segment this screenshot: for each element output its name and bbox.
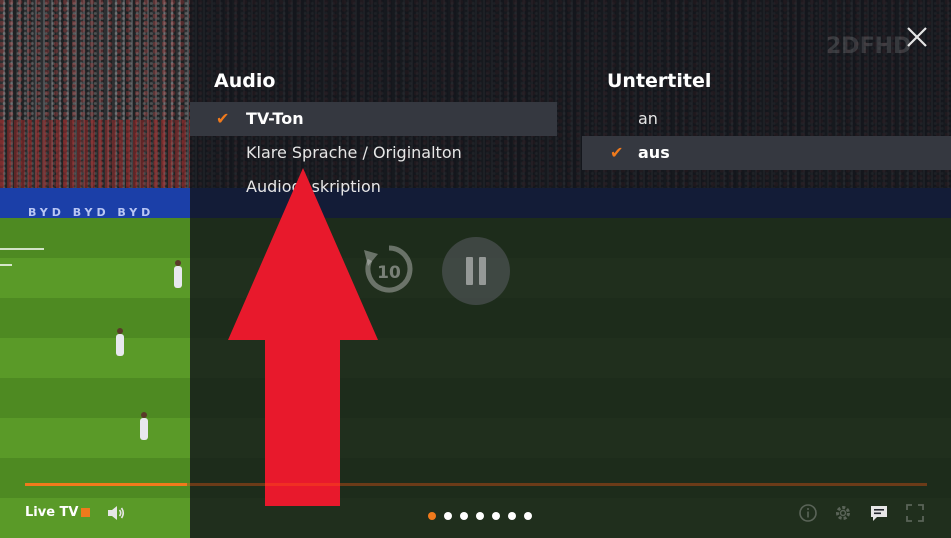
pagination-dot[interactable] (428, 512, 436, 520)
live-indicator (81, 508, 90, 517)
progress-bar[interactable] (25, 483, 927, 486)
audio-option[interactable]: ✔ TV-Ton (190, 102, 557, 136)
info-icon[interactable] (798, 503, 818, 523)
subtitle-option-label: an (638, 109, 658, 128)
subtitle-option[interactable]: ✔ aus (582, 136, 951, 170)
player (140, 412, 148, 440)
pitch-line (0, 264, 12, 266)
fans-section (0, 120, 190, 190)
pagination-dot[interactable] (524, 512, 532, 520)
pause-icon (466, 257, 473, 285)
live-tv-label[interactable]: Live TV (25, 505, 79, 520)
pagination-dot[interactable] (444, 512, 452, 520)
video-player: BYD BYD BYD 2DFHD Audio ✔ TV-Ton ✔ Klare… (0, 0, 951, 538)
pitch-line (0, 248, 44, 250)
pagination-dot[interactable] (476, 512, 484, 520)
pause-button[interactable] (442, 237, 510, 305)
check-icon: ✔ (216, 109, 230, 128)
pause-icon (479, 257, 486, 285)
subtitles-icon[interactable] (869, 503, 889, 523)
volume-icon[interactable] (106, 503, 126, 523)
subtitle-option[interactable]: ✔ an (582, 102, 951, 136)
subtitles-title: Untertitel (607, 70, 712, 92)
subtitle-options: ✔ an ✔ aus (582, 102, 951, 170)
channel-logo: 2DFHD (826, 34, 912, 59)
arrow-shape (228, 168, 378, 506)
audio-option-label: TV-Ton (246, 109, 304, 128)
progress-fill (25, 483, 188, 486)
replay-seconds: 10 (377, 263, 401, 283)
check-icon: ✔ (610, 143, 624, 162)
close-icon[interactable] (904, 24, 930, 50)
pagination-dot[interactable] (460, 512, 468, 520)
audio-title: Audio (214, 70, 276, 92)
settings-icon[interactable] (833, 503, 853, 523)
player (174, 260, 182, 288)
pagination-dots (428, 512, 532, 520)
pagination-dot[interactable] (508, 512, 516, 520)
audio-option-label: Klare Sprache / Originalton (246, 143, 462, 162)
pagination-dot[interactable] (492, 512, 500, 520)
player (116, 328, 124, 356)
subtitle-option-label: aus (638, 143, 670, 162)
red-arrow-annotation (228, 168, 378, 506)
fullscreen-icon[interactable] (905, 503, 925, 523)
audio-option[interactable]: ✔ Klare Sprache / Originalton (190, 136, 557, 170)
